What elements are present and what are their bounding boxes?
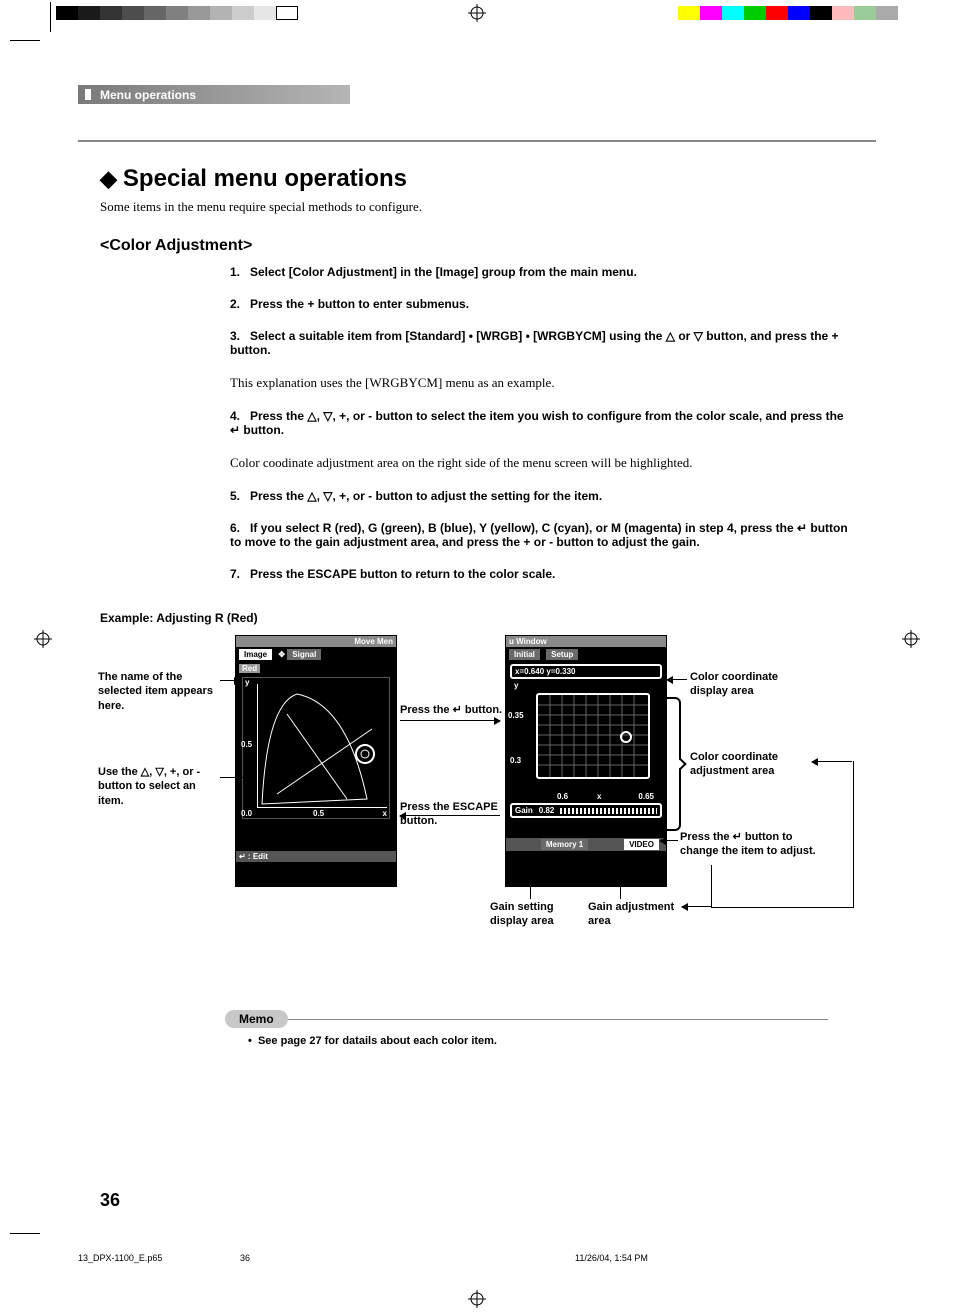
arrow-icon [812,761,852,762]
memo-bullet: • See page 27 for datails about each col… [248,1035,497,1047]
section-title: Special menu operations [123,165,407,193]
label-press-enter-change: Press the ↵ button to change the item to… [680,830,820,859]
label-selected-item-name: The name of the selected item appears he… [98,670,223,713]
arrow-icon [220,777,255,778]
label-press-enter: Press the ↵ button. [400,703,510,717]
subsection-title: <Color Adjustment> [100,237,880,255]
color-bar [678,6,898,20]
registration-mark-icon [34,630,52,648]
line [530,885,531,899]
arrow-icon [400,720,500,721]
arrow-icon [682,906,712,907]
page-number: 36 [100,1190,120,1211]
brace-icon [667,697,681,831]
footer-date: 11/26/04, 1:54 PM [575,1253,648,1263]
example-diagram: Move Men Image ✥ Signal Red y 0.5 0.0 0.… [100,635,880,995]
step-6: 6.If you select R (red), G (green), B (b… [230,521,850,549]
example-title: Example: Adjusting R (Red) [100,611,880,625]
step-4: 4.Press the △, ▽, +, or - button to sele… [230,409,850,437]
grayscale-bar [56,6,298,20]
page-title: ◆ Special menu operations [100,165,880,193]
note-after-4: Color coodinate adjustment area on the r… [230,455,850,471]
step-3: 3.Select a suitable item from [Standard]… [230,329,850,357]
registration-mark-icon [902,630,920,648]
registration-mark-icon [468,4,486,22]
note-after-3: This explanation uses the [WRGBYCM] menu… [230,375,850,391]
arrow-icon [220,680,240,681]
memo-header: Memo [225,1010,828,1028]
label-gain-display: Gain setting display area [490,900,580,929]
breadcrumb-label: Menu operations [100,88,196,102]
footer-page: 36 [240,1253,250,1263]
label-use-buttons: Use the △, ▽, +, or - button to select a… [98,765,223,808]
arrow-icon [660,840,678,841]
intro-text: Some items in the menu require special m… [100,199,880,215]
step-2: 2.Press the + button to enter submenus. [230,297,850,311]
step-1: 1.Select [Color Adjustment] in the [Imag… [230,265,850,279]
mock-screen-left: Move Men Image ✥ Signal Red y 0.5 0.0 0.… [235,635,397,887]
memo-label: Memo [225,1010,288,1028]
footer-file: 13_DPX-1100_E.p65 [78,1253,162,1263]
mock-screen-right: u Window Initial Setup x=0.640 y=0.330 y… [505,635,667,887]
step-7: 7.Press the ESCAPE button to return to t… [230,567,850,581]
diamond-icon: ◆ [100,166,117,192]
arrow-icon [667,679,687,680]
label-coord-adjust: Color coordinate adjustment area [690,750,810,779]
arrow-icon [400,815,500,816]
divider [78,140,876,142]
label-coord-display: Color coordinate display area [690,670,810,699]
step-5: 5.Press the △, ▽, +, or - button to adju… [230,489,850,503]
registration-mark-icon [468,1290,486,1308]
line [620,885,621,899]
breadcrumb: Menu operations [78,85,350,104]
